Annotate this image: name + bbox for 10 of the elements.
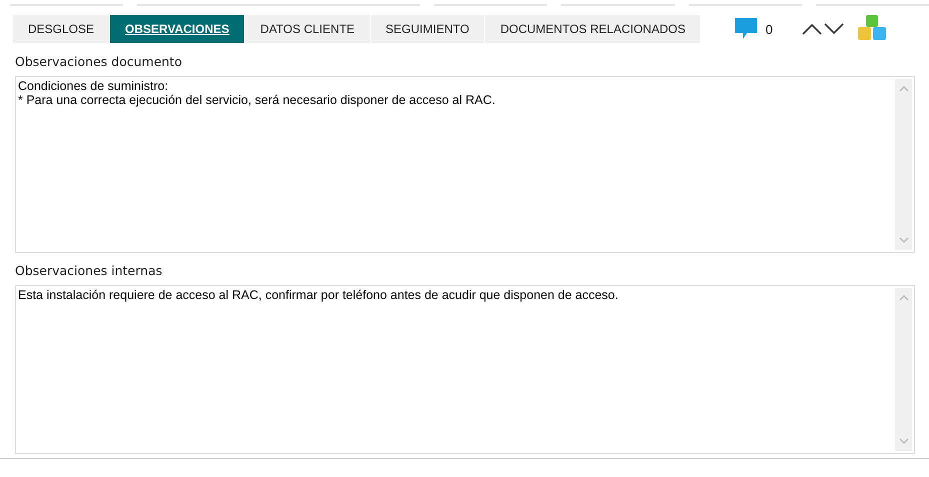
- comment-count: 0: [765, 22, 773, 36]
- tab[interactable]: SEGUIMIENTO: [370, 15, 484, 43]
- tab[interactable]: DOCUMENTOS RELACIONADOS: [485, 15, 700, 43]
- text-area[interactable]: Esta instalación requiere de acceso al RAC, confirmar por teléfono antes de acudir que disponen de acceso.: [15, 285, 915, 454]
- field-label: Observaciones internas: [15, 262, 164, 280]
- text-area[interactable]: Condiciones de suministro: * Para una correcta ejecución del servicio, será necesario disponer de acceso al RAC.: [15, 76, 915, 253]
- tab[interactable]: DESGLOSE: [13, 15, 110, 43]
- tab[interactable]: OBSERVACIONES: [110, 15, 244, 43]
- tab[interactable]: DATOS CLIENTE: [245, 15, 370, 43]
- field-label: Observaciones documento: [15, 53, 183, 71]
